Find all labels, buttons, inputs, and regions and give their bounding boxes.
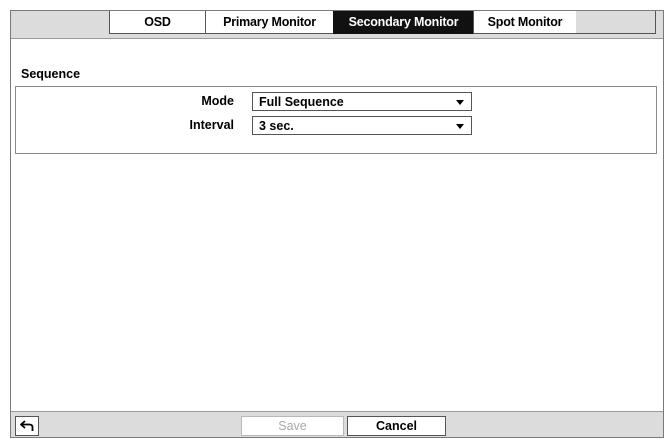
setup-window: OSD Primary Monitor Secondary Monitor Sp… <box>10 10 664 438</box>
section-title: Sequence <box>21 67 81 81</box>
mode-select[interactable]: Full Sequence <box>252 92 472 111</box>
cancel-button[interactable]: Cancel <box>347 416 446 436</box>
tab-osd[interactable]: OSD <box>109 11 206 34</box>
content-panel: Sequence Mode Full Sequence Interval 3 s… <box>11 38 663 412</box>
tab-spot-monitor[interactable]: Spot Monitor <box>473 11 577 34</box>
sequence-group: Mode Full Sequence Interval 3 sec. <box>15 86 657 154</box>
save-button[interactable]: Save <box>241 416 344 436</box>
chevron-down-icon <box>456 100 464 105</box>
interval-label: Interval <box>189 118 234 132</box>
mode-label: Mode <box>201 94 234 108</box>
tab-secondary-monitor[interactable]: Secondary Monitor <box>333 11 474 34</box>
interval-select[interactable]: 3 sec. <box>252 116 472 135</box>
mode-select-value: Full Sequence <box>259 94 344 109</box>
footer-bar: Save Cancel <box>11 413 663 437</box>
chevron-down-icon <box>456 124 464 129</box>
back-button[interactable] <box>15 416 39 436</box>
interval-select-value: 3 sec. <box>259 118 294 133</box>
tab-primary-monitor[interactable]: Primary Monitor <box>205 11 334 34</box>
return-arrow-icon <box>20 420 34 431</box>
tab-bar: OSD Primary Monitor Secondary Monitor Sp… <box>109 11 656 34</box>
tab-bar-filler <box>576 11 656 34</box>
